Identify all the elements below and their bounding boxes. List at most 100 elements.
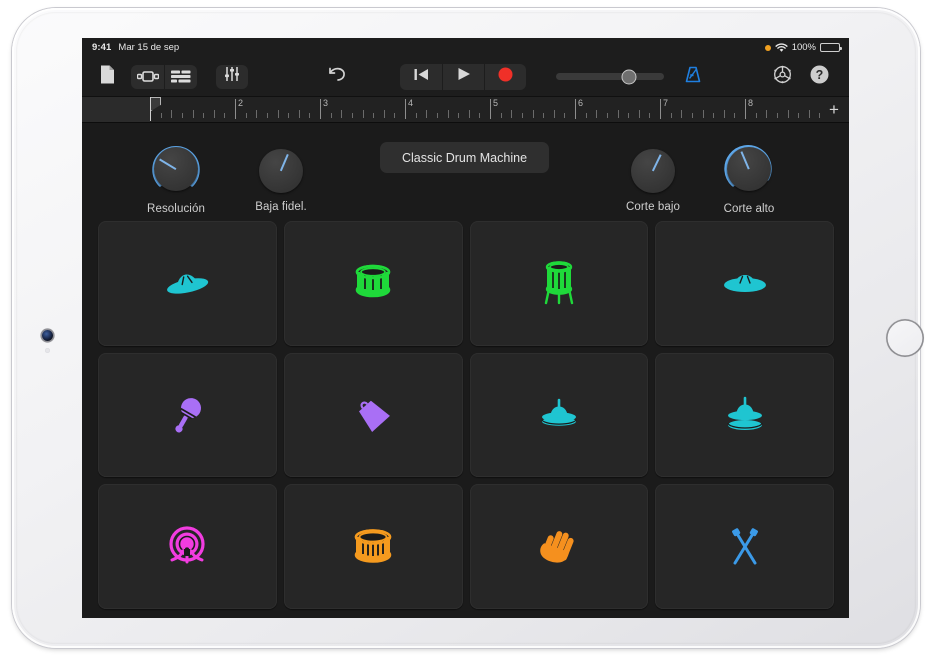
knob-dial-baja-fidel[interactable] bbox=[257, 147, 305, 195]
ride-cymbal-icon bbox=[721, 270, 769, 296]
editor-view-icon[interactable] bbox=[164, 65, 197, 89]
ruler-tick bbox=[469, 110, 470, 118]
pad-cowbell[interactable] bbox=[284, 353, 463, 478]
pad-floor-tom[interactable] bbox=[470, 221, 649, 346]
rewind-to-start-icon bbox=[414, 68, 429, 86]
home-button[interactable] bbox=[886, 319, 924, 357]
ruler-tick bbox=[618, 110, 619, 118]
ruler-bar-number: 2 bbox=[238, 98, 243, 108]
ruler-tick bbox=[299, 110, 300, 118]
settings-button[interactable] bbox=[769, 65, 795, 89]
playhead[interactable] bbox=[150, 97, 161, 121]
ruler-tick bbox=[671, 113, 672, 118]
floor-tom-icon bbox=[541, 260, 577, 306]
view-toggle-segmented-control[interactable] bbox=[131, 65, 197, 89]
track-view-icon[interactable] bbox=[131, 65, 164, 89]
ruler-tick bbox=[766, 110, 767, 118]
knob-label-corte-bajo: Corte bajo bbox=[605, 201, 701, 213]
ruler-bar-line bbox=[235, 99, 236, 119]
knob-corte-alto[interactable]: Corte alto bbox=[701, 141, 797, 215]
knob-baja-fidel[interactable]: Baja fidel. bbox=[233, 147, 329, 213]
knob-resolucion[interactable]: Resolución bbox=[128, 141, 224, 215]
preset-name-label: Classic Drum Machine bbox=[402, 151, 527, 165]
mixer-faders-icon bbox=[224, 66, 240, 87]
pad-closed-hihat[interactable] bbox=[470, 353, 649, 478]
knob-dial-corte-bajo[interactable] bbox=[629, 147, 677, 195]
browser-button[interactable] bbox=[92, 64, 122, 90]
add-section-button[interactable]: + bbox=[825, 100, 843, 118]
ruler-bar-line bbox=[660, 99, 661, 119]
ruler-tick bbox=[416, 113, 417, 118]
ruler-tick bbox=[224, 113, 225, 118]
ruler-tick bbox=[278, 110, 279, 118]
transport-controls bbox=[400, 64, 526, 90]
ruler-tick bbox=[798, 113, 799, 118]
ruler-tick bbox=[448, 110, 449, 118]
pad-maraca[interactable] bbox=[98, 353, 277, 478]
ruler-tick bbox=[596, 110, 597, 118]
undo-button[interactable] bbox=[324, 67, 350, 87]
drumsticks-icon bbox=[723, 525, 767, 569]
ruler-tick bbox=[511, 110, 512, 118]
instrument-controls-row: Resolución Baja fidel. Corte bajo bbox=[82, 123, 849, 223]
pad-grid bbox=[98, 221, 834, 609]
ruler-tick bbox=[373, 113, 374, 118]
ruler-tick bbox=[214, 110, 215, 118]
pad-kick-drum[interactable] bbox=[98, 484, 277, 609]
ruler-tick bbox=[331, 113, 332, 118]
timeline-ruler[interactable]: + 12345678 bbox=[82, 97, 849, 123]
rewind-button[interactable] bbox=[400, 64, 442, 90]
open-hihat-icon bbox=[721, 396, 769, 434]
pad-crash-cymbal[interactable] bbox=[98, 221, 277, 346]
ruler-tick bbox=[586, 113, 587, 118]
undo-arrow-icon bbox=[327, 67, 347, 87]
closed-hihat-icon bbox=[535, 398, 583, 432]
ruler-tick bbox=[267, 113, 268, 118]
ruler-tick bbox=[756, 113, 757, 118]
playhead-flag[interactable] bbox=[151, 97, 161, 111]
ruler-bar-number: 5 bbox=[493, 98, 498, 108]
ruler-tick bbox=[607, 113, 608, 118]
knob-corte-bajo[interactable]: Corte bajo bbox=[605, 147, 701, 213]
metronome-button[interactable] bbox=[680, 66, 706, 88]
tom-drum-icon bbox=[351, 263, 395, 303]
pad-ride-cymbal[interactable] bbox=[655, 221, 834, 346]
ruler-tick bbox=[734, 113, 735, 118]
pad-snare-drum[interactable] bbox=[284, 484, 463, 609]
preset-name-button[interactable]: Classic Drum Machine bbox=[380, 142, 549, 173]
ruler-tick bbox=[203, 113, 204, 118]
gear-icon bbox=[773, 65, 792, 89]
ruler-tick bbox=[246, 113, 247, 118]
ruler-tick bbox=[309, 113, 310, 118]
ruler-tick bbox=[819, 113, 820, 118]
ruler-tick bbox=[458, 113, 459, 118]
mixer-button[interactable] bbox=[216, 65, 248, 89]
status-bar-right: 100% bbox=[765, 38, 840, 57]
pad-drumsticks[interactable] bbox=[655, 484, 834, 609]
ruler-bar-number: 7 bbox=[663, 98, 668, 108]
master-volume-knob[interactable] bbox=[622, 69, 637, 84]
ruler-tick bbox=[384, 110, 385, 118]
metronome-icon bbox=[684, 66, 702, 88]
help-button[interactable]: ? bbox=[806, 65, 832, 89]
pad-tom-drum[interactable] bbox=[284, 221, 463, 346]
hand-clap-icon bbox=[537, 525, 581, 569]
ruler-bar-line bbox=[320, 99, 321, 119]
play-button[interactable] bbox=[442, 64, 484, 90]
ruler-tick bbox=[628, 113, 629, 118]
ruler-tick bbox=[809, 110, 810, 118]
record-button[interactable] bbox=[484, 64, 526, 90]
status-bar: 9:41 Mar 15 de sep 100% bbox=[82, 38, 849, 57]
knob-label-baja-fidel: Baja fidel. bbox=[233, 201, 329, 213]
ruler-tick bbox=[649, 113, 650, 118]
battery-icon bbox=[820, 43, 840, 53]
pad-hand-clap[interactable] bbox=[470, 484, 649, 609]
ruler-tick bbox=[522, 113, 523, 118]
ruler-lead-in bbox=[82, 97, 150, 123]
knob-label-resolucion: Resolución bbox=[128, 203, 224, 215]
knob-dial-resolucion[interactable] bbox=[148, 141, 204, 197]
knob-dial-corte-alto[interactable] bbox=[721, 141, 777, 197]
master-volume-slider[interactable] bbox=[556, 73, 664, 80]
ruler-bar-line bbox=[745, 99, 746, 119]
pad-open-hihat[interactable] bbox=[655, 353, 834, 478]
